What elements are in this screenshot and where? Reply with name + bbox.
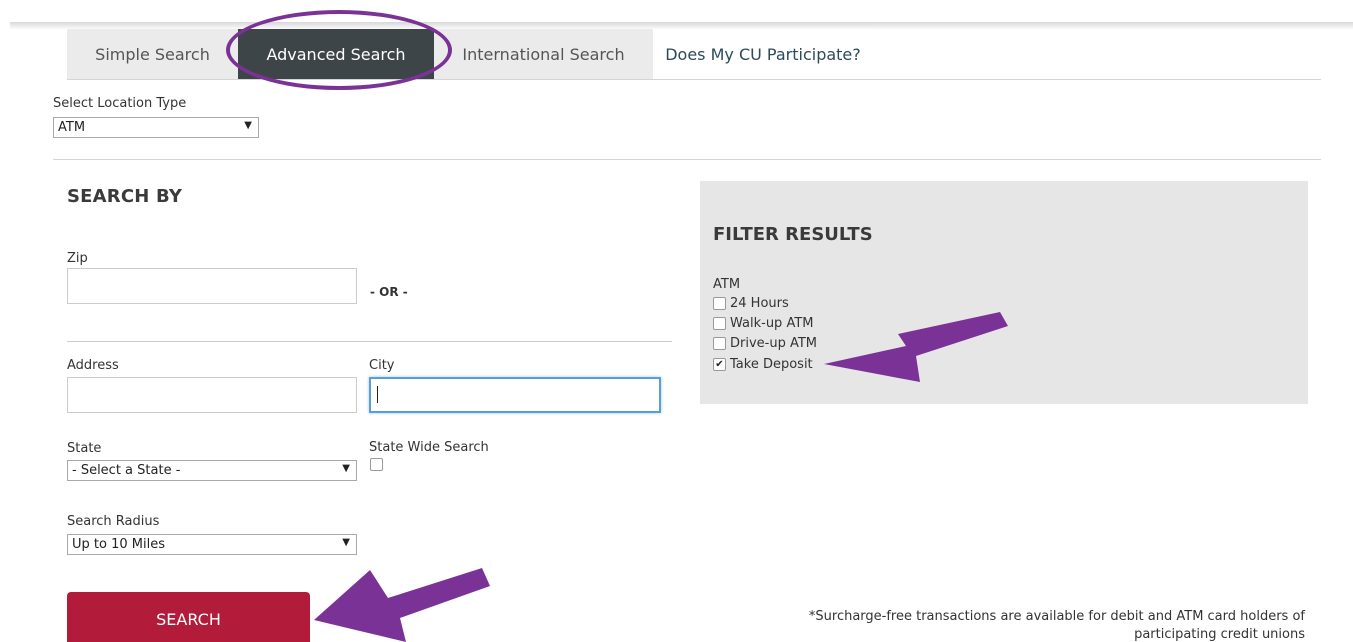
address-input[interactable] <box>67 377 357 413</box>
text-cursor <box>377 386 378 403</box>
search-tabs: Simple Search Advanced Search Internatio… <box>67 29 873 79</box>
filter-checkbox[interactable] <box>713 337 726 350</box>
annotation-arrow-icon <box>314 568 490 642</box>
search-divider <box>67 341 672 342</box>
radius-select[interactable]: Up to 10 Miles ▼ <box>67 534 357 555</box>
radius-select-value: Up to 10 Miles <box>72 537 165 552</box>
location-type-select[interactable]: ATM ▼ <box>53 117 259 138</box>
tab-does-my-cu-participate[interactable]: Does My CU Participate? <box>653 29 873 79</box>
state-label: State <box>67 441 102 456</box>
dropdown-arrow-icon: ▼ <box>244 120 252 131</box>
search-by-heading: SEARCH BY <box>67 186 183 207</box>
filter-item-label: Walk-up ATM <box>730 316 814 331</box>
filter-item-drive-up-atm[interactable]: Drive-up ATM <box>713 336 817 351</box>
filter-checkbox[interactable] <box>713 297 726 310</box>
tab-divider <box>67 79 1321 80</box>
filter-item-walk-up-atm[interactable]: Walk-up ATM <box>713 316 813 331</box>
section-divider <box>53 159 1321 160</box>
filter-item-label: 24 Hours <box>730 296 789 311</box>
location-type-label: Select Location Type <box>53 96 187 111</box>
dropdown-arrow-icon: ▼ <box>342 463 350 474</box>
state-select-value: - Select a State - <box>72 463 181 478</box>
surcharge-footnote: *Surcharge-free transactions are availab… <box>740 608 1305 642</box>
filter-item-take-deposit[interactable]: ✔ Take Deposit <box>713 357 813 372</box>
dropdown-arrow-icon: ▼ <box>342 537 350 548</box>
filter-category: ATM <box>713 277 741 292</box>
filter-item-24-hours[interactable]: 24 Hours <box>713 296 789 311</box>
tab-international-search[interactable]: International Search <box>434 29 653 79</box>
zip-label: Zip <box>67 251 88 266</box>
city-input[interactable] <box>369 377 661 413</box>
search-button[interactable]: SEARCH <box>67 592 310 642</box>
state-select[interactable]: - Select a State - ▼ <box>67 460 357 481</box>
annotation-circle <box>226 10 452 90</box>
location-type-value: ATM <box>58 120 86 135</box>
footnote-line-2: participating credit unions <box>1134 627 1305 642</box>
filter-item-label: Take Deposit <box>730 357 813 372</box>
address-label: Address <box>67 358 119 373</box>
statewide-checkbox[interactable] <box>370 458 383 471</box>
annotation-arrow-icon <box>824 312 1008 382</box>
statewide-label: State Wide Search <box>369 440 489 455</box>
city-label: City <box>369 358 395 373</box>
filter-heading: FILTER RESULTS <box>713 224 873 245</box>
or-separator: - OR - <box>370 285 408 299</box>
filter-item-label: Drive-up ATM <box>730 336 818 351</box>
radius-label: Search Radius <box>67 514 160 529</box>
tab-simple-search[interactable]: Simple Search <box>67 29 238 79</box>
filter-checkbox[interactable] <box>713 317 726 330</box>
zip-input[interactable] <box>67 268 357 304</box>
filter-checkbox-checked[interactable]: ✔ <box>713 358 726 371</box>
footnote-line-1: *Surcharge-free transactions are availab… <box>808 609 1305 624</box>
